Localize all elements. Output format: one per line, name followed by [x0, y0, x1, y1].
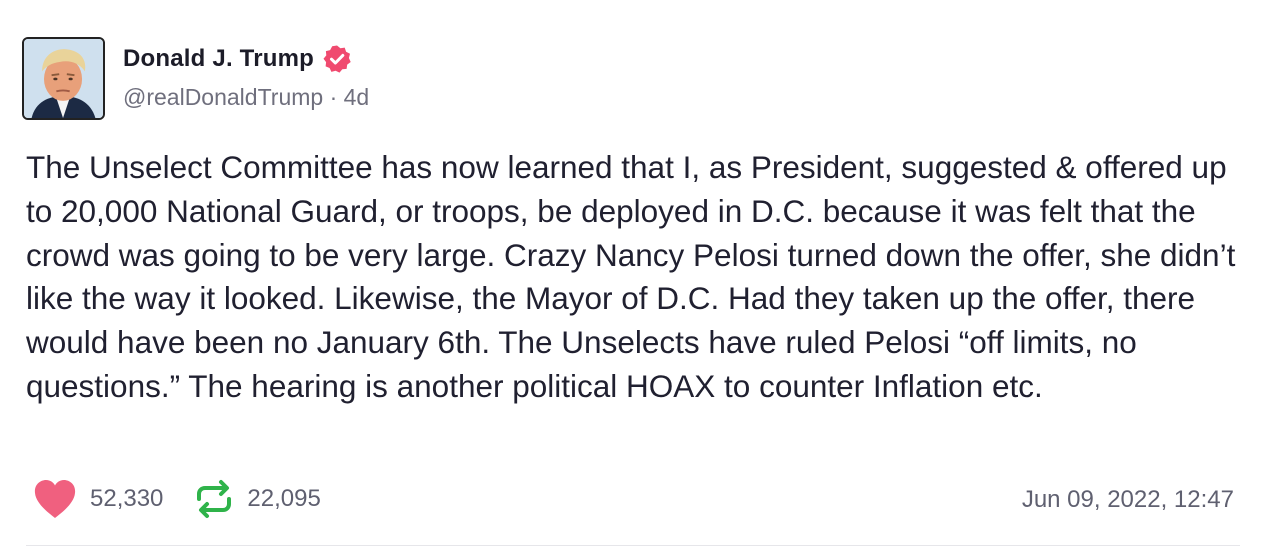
post-card: Donald J. Trump @realDonaldTrump · 4d Th… [0, 0, 1280, 557]
avatar-image [24, 39, 103, 118]
post-actions: 52,330 22,095 [32, 478, 351, 520]
verified-badge-icon [322, 44, 352, 74]
author-handle-row: @realDonaldTrump · 4d [123, 84, 369, 111]
post-timestamp[interactable]: Jun 09, 2022, 12:47 [1022, 486, 1234, 514]
relative-time[interactable]: 4d [344, 84, 370, 110]
author-name-row: Donald J. Trump [123, 44, 352, 74]
avatar[interactable] [22, 37, 105, 120]
like-action[interactable]: 52,330 [32, 478, 163, 520]
divider [26, 545, 1240, 546]
handle-separator: · [329, 84, 338, 110]
like-count: 52,330 [90, 485, 164, 512]
author-handle[interactable]: @realDonaldTrump [123, 84, 323, 110]
repost-icon[interactable] [193, 478, 235, 520]
heart-icon[interactable] [32, 478, 78, 520]
repost-count: 22,095 [247, 485, 321, 512]
post-text: The Unselect Committee has now learned t… [26, 149, 1236, 404]
author-display-name[interactable]: Donald J. Trump [123, 45, 314, 73]
repost-action[interactable]: 22,095 [193, 478, 321, 520]
